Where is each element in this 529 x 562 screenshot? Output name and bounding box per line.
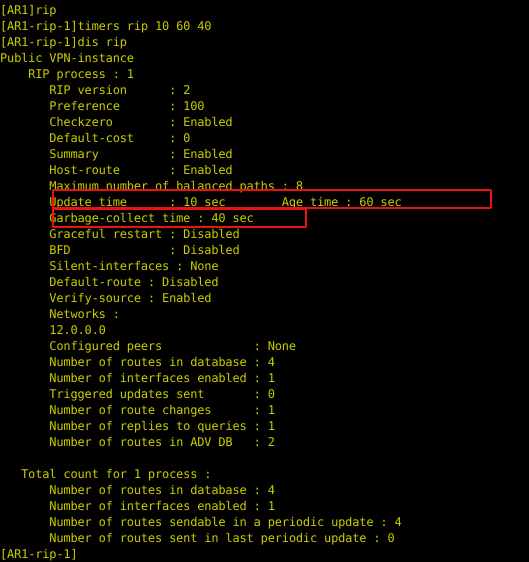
- terminal-window[interactable]: [AR1]rip [AR1-rip-1]timers rip 10 60 40 …: [0, 0, 529, 562]
- console-output-text: [AR1]rip [AR1-rip-1]timers rip 10 60 40 …: [0, 3, 402, 561]
